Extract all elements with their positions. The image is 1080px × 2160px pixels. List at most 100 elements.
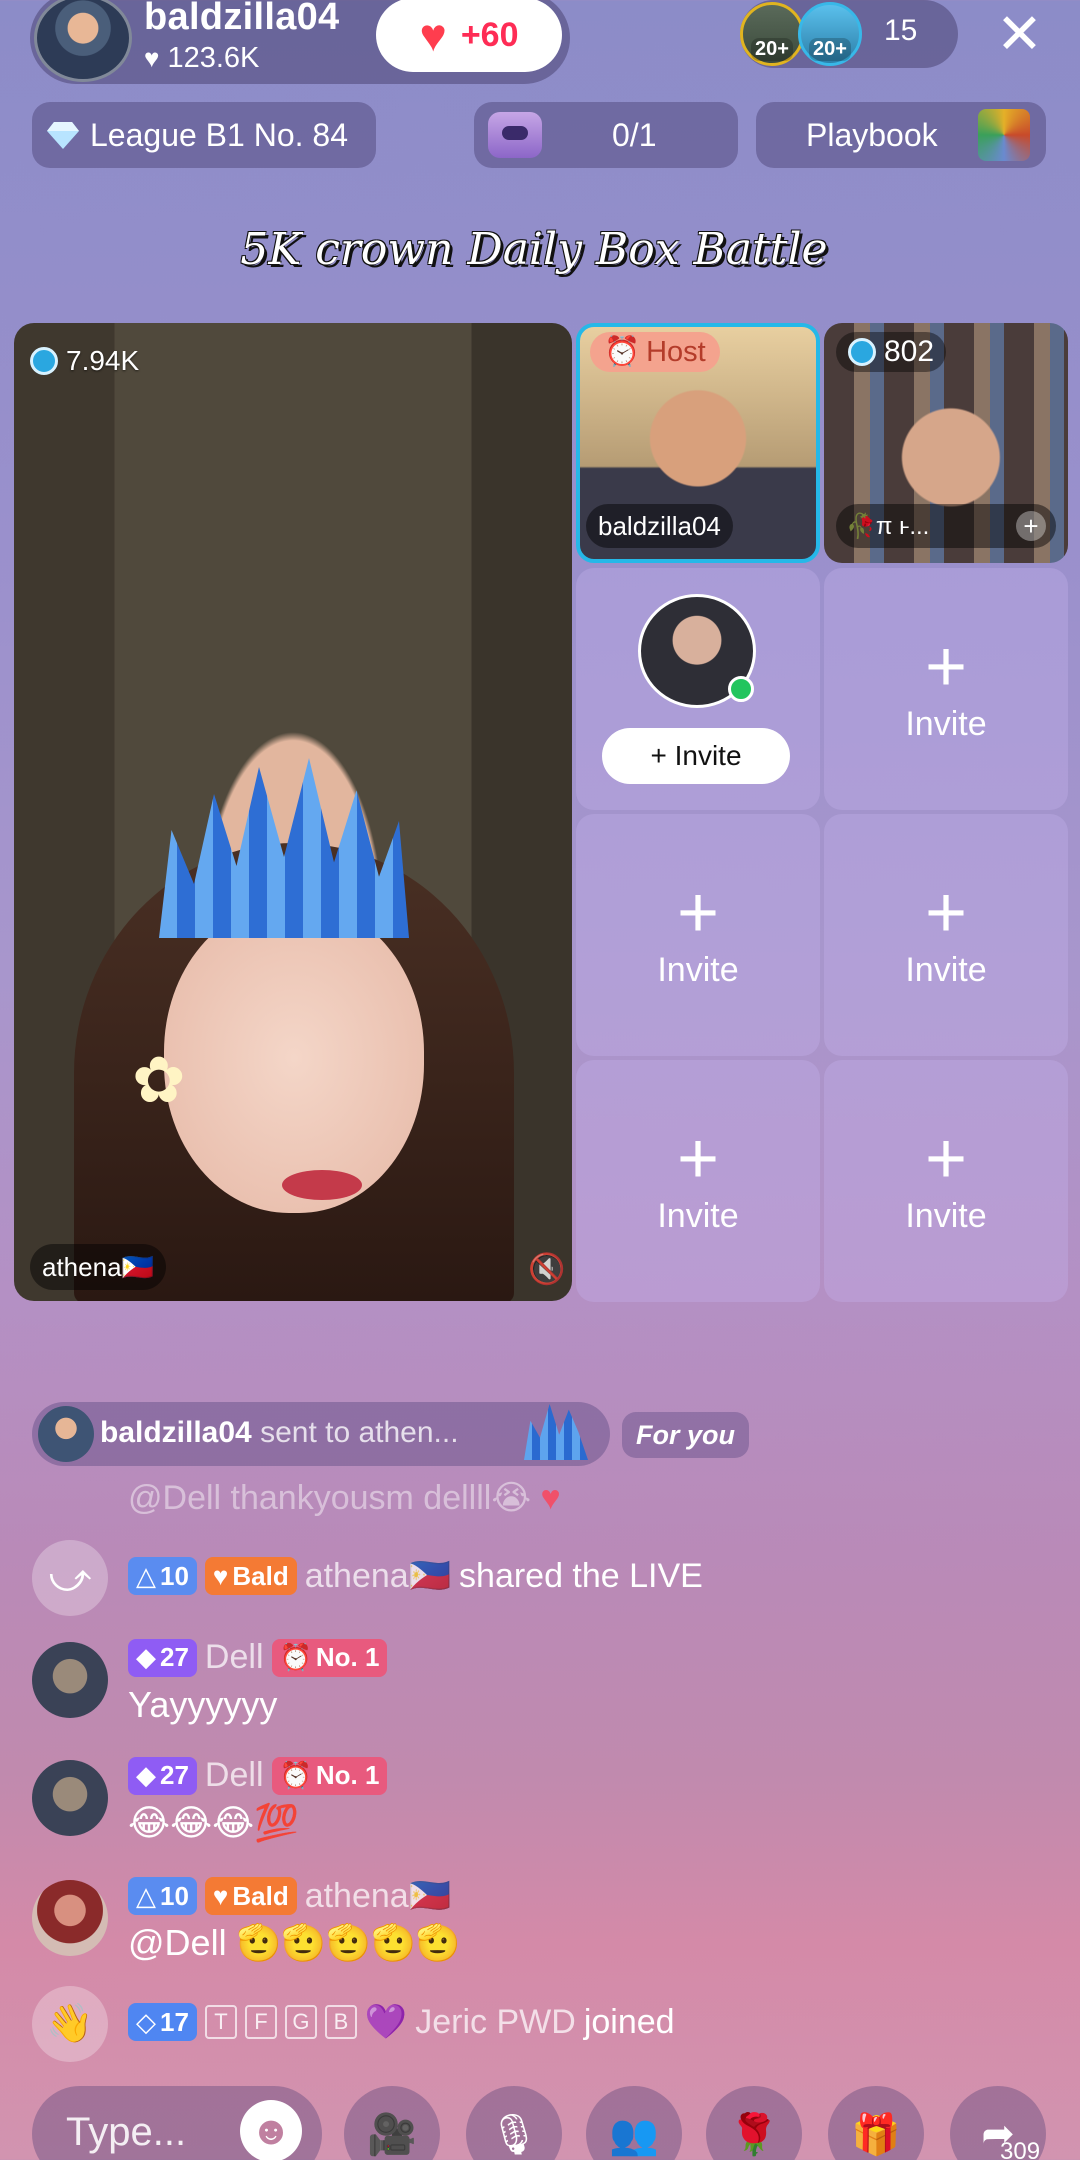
rank-badge: ⏰ No. 1 [271, 1756, 388, 1795]
guest-tile-name[interactable]: 🥀π ⱶ... + [836, 504, 1056, 548]
main-guest-name[interactable]: athena🇵🇭 [30, 1244, 166, 1290]
diamond-icon [47, 122, 79, 149]
purple-heart-icon: 💜 [364, 2003, 408, 2041]
for-you-tag[interactable]: For you [622, 1412, 749, 1458]
score-value: 7.94K [66, 345, 140, 376]
share-icon: ⤻ [32, 1540, 108, 1616]
like-button[interactable]: ♥ +60 [376, 0, 562, 72]
league-label: League B1 No. 84 [90, 116, 348, 153]
playbook-chip[interactable]: Playbook [756, 102, 1046, 168]
chat-message[interactable]: △ 10 ♥ Bald athena🇵🇭 shared the LIVE [128, 1556, 703, 1596]
chat-username[interactable]: athena🇵🇭 [305, 1556, 451, 1596]
level-badge: △ 10 [128, 1557, 197, 1595]
rank-label: No. 1 [315, 1760, 380, 1790]
invite-label: Invite [905, 950, 987, 989]
fan-label: Bald [232, 1560, 289, 1591]
top-viewer-avatar[interactable]: 20+ [798, 2, 862, 66]
viewer-count[interactable]: 15 [884, 14, 917, 48]
league-chip[interactable]: League B1 No. 84 [32, 102, 376, 168]
chat-avatar[interactable] [32, 1642, 108, 1718]
rose-gift-icon[interactable]: 🌹 [706, 2086, 802, 2160]
gift-text: baldzilla04 sent to athen... [100, 1416, 459, 1450]
invite-slot[interactable]: + Invite [824, 1060, 1068, 1302]
gem-icon [848, 338, 876, 366]
gift-box-icon[interactable]: 🎁 [828, 2086, 924, 2160]
invite-slot[interactable]: + Invite [824, 814, 1068, 1056]
level-badge: ◇ 17 [128, 2003, 197, 2041]
close-icon[interactable]: ✕ [996, 4, 1043, 64]
guests-icon[interactable]: 👥 [586, 2086, 682, 2160]
chat-avatar[interactable] [32, 1760, 108, 1836]
host-tile-name[interactable]: baldzilla04 [586, 504, 733, 548]
chat-username[interactable]: athena🇵🇭 [305, 1876, 451, 1916]
host-badge-label: Host [646, 335, 706, 368]
fan-club-tag: F [244, 2005, 277, 2039]
chat-message-header: ◆ 27 Dell ⏰ No. 1 [128, 1756, 388, 1795]
host-name: baldzilla04 [144, 0, 340, 38]
gift-sender: baldzilla04 [100, 1416, 252, 1449]
score-value: 802 [884, 335, 935, 368]
mic-off-icon[interactable]: 🎙 [466, 2086, 562, 2160]
invite-label: Invite [905, 704, 987, 743]
video-camera-icon[interactable]: 🎥 [344, 2086, 440, 2160]
host-likes: ♥ 123.6K [144, 42, 259, 75]
rank-badge: ⏰ No. 1 [271, 1638, 388, 1677]
chat-username[interactable]: Dell [205, 1756, 264, 1795]
invite-slot[interactable]: + Invite [576, 814, 820, 1056]
rank-label: No. 1 [315, 1642, 380, 1672]
top-viewer-avatar[interactable]: 20+ [740, 2, 804, 66]
emoji-icon[interactable]: ☻ [240, 2100, 302, 2160]
chat-username[interactable]: Dell [205, 1638, 264, 1677]
quest-mascot-icon [488, 112, 542, 158]
invite-button[interactable]: + Invite [602, 728, 790, 784]
main-guest-score: 7.94K [30, 340, 139, 382]
fan-label: Bald [232, 1880, 289, 1911]
video-face [164, 903, 424, 1213]
gift-description: sent to athen... [260, 1416, 459, 1449]
invite-label: Invite [657, 1196, 739, 1235]
faded-chat-message: @Dell thankyousm dellll😭 ♥ [128, 1478, 561, 1518]
level-value: 27 [160, 1642, 189, 1672]
main-guest-video[interactable]: ✿ [14, 323, 572, 1301]
level-badge: ◆ 27 [128, 1756, 197, 1795]
gem-icon [30, 347, 58, 375]
host-likes-count: 123.6K [167, 42, 260, 74]
plus-icon: + [676, 872, 720, 953]
level-value: 10 [160, 1880, 189, 1911]
mic-muted-icon: 🔇 [528, 1253, 566, 1286]
heart-icon: ♥ [540, 1479, 561, 1517]
level-badge: △ 10 [128, 1877, 197, 1915]
level-value: 27 [160, 1760, 189, 1790]
guest-name: 🥀π ⱶ... [846, 512, 930, 540]
plus-icon: + [924, 626, 968, 707]
fan-club-tag: G [284, 2005, 317, 2039]
follow-plus-icon[interactable]: + [1016, 511, 1046, 541]
heart-icon: ♥ [419, 9, 447, 61]
plus-icon: + [924, 1118, 968, 1199]
quest-chip[interactable]: 0/1 [474, 102, 738, 168]
viewer-badge: 20+ [809, 38, 851, 61]
host-badge: ⏰ Host [590, 332, 720, 372]
invite-label: Invite [905, 1196, 987, 1235]
online-status-dot [728, 676, 754, 702]
level-value: 17 [160, 2006, 189, 2037]
join-message[interactable]: ◇ 17 T F G B 💜 Jeric PWD joined [128, 2002, 675, 2042]
invite-slot[interactable]: + Invite [824, 568, 1068, 810]
wave-icon: 👋 [32, 1986, 108, 2062]
guest-score: 802 [836, 332, 947, 372]
chat-avatar[interactable] [32, 1880, 108, 1956]
plus-icon: + [676, 1118, 720, 1199]
gift-sender-avatar [38, 1406, 94, 1462]
playbook-label: Playbook [806, 116, 938, 153]
faded-text: @Dell thankyousm dellll😭 [128, 1479, 532, 1517]
flower-effect: ✿ [132, 1044, 186, 1116]
share-count: 309 [1000, 2138, 1041, 2160]
video-lips [282, 1170, 362, 1200]
comment-placeholder[interactable]: Type... [66, 2110, 186, 2155]
heart-icon: ♥ [144, 43, 160, 73]
chat-text: Yayyyyyy [128, 1684, 278, 1725]
chat-text: joined [583, 2002, 675, 2041]
chat-username[interactable]: Jeric PWD [415, 2003, 576, 2042]
invite-slot[interactable]: + Invite [576, 1060, 820, 1302]
fan-badge: ♥ Bald [204, 1557, 297, 1595]
